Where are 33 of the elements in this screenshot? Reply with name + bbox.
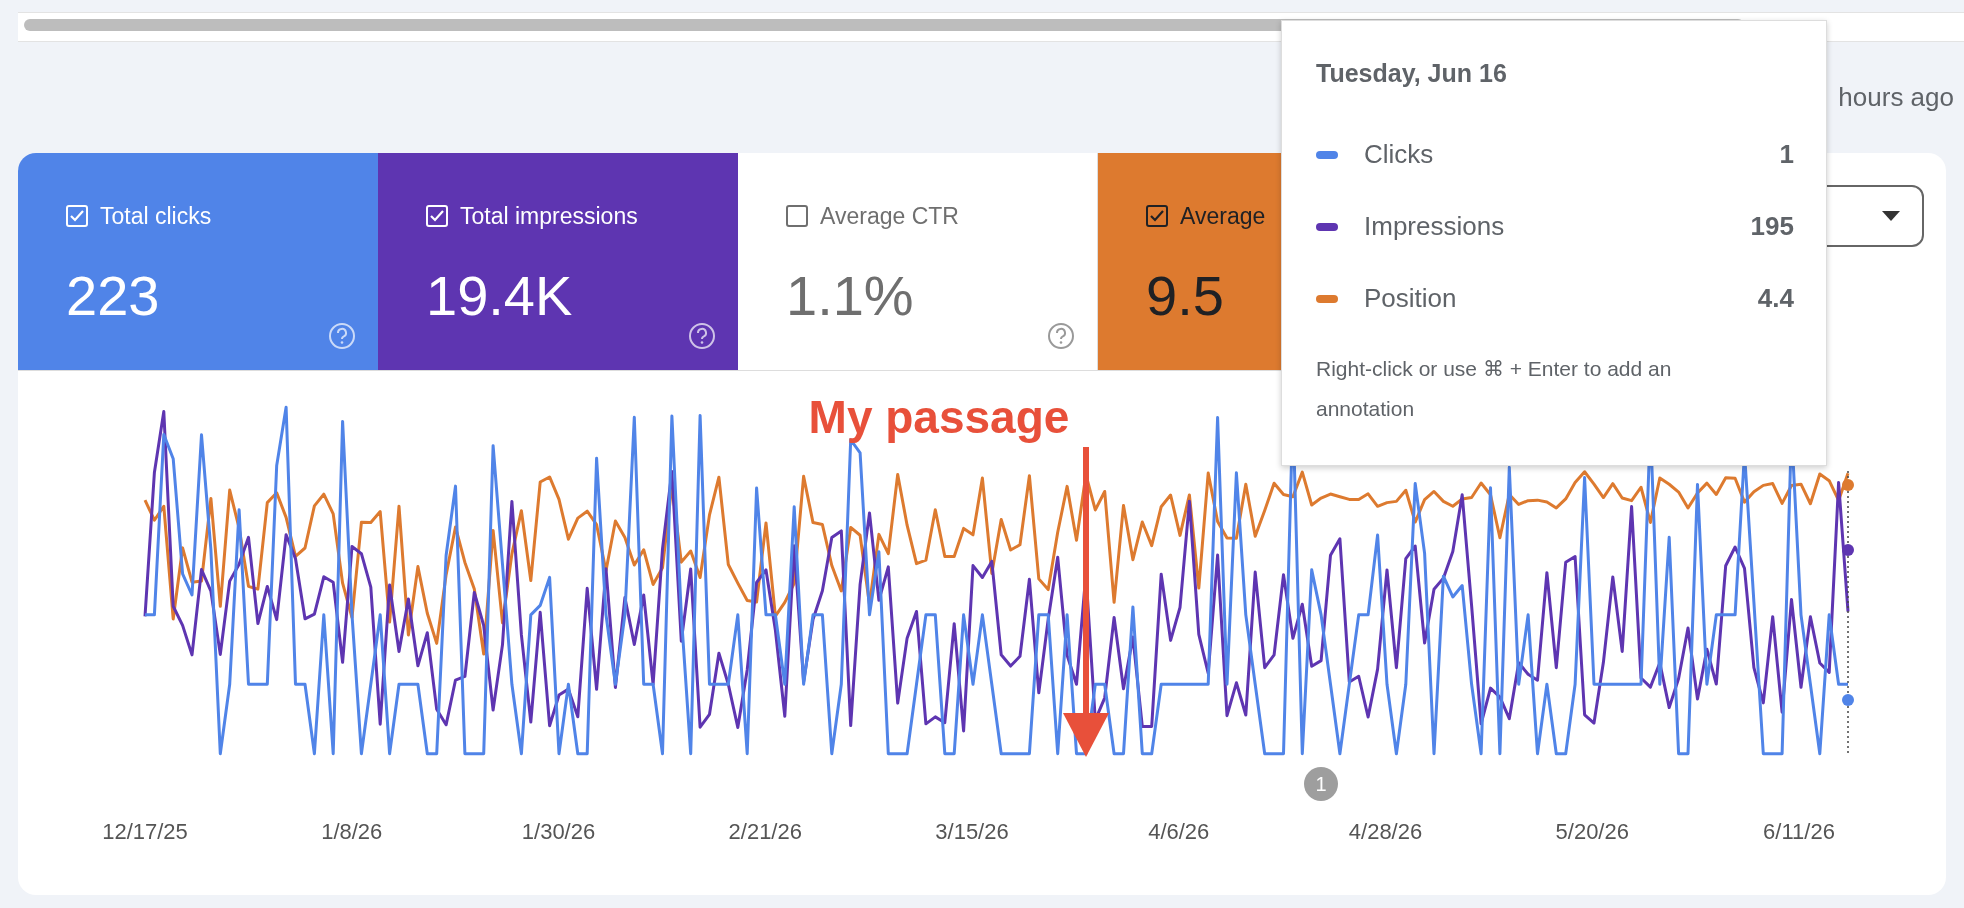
metric-label: Total impressions: [460, 202, 638, 231]
series-value: 1: [1779, 138, 1794, 171]
x-axis-label: 4/6/26: [1148, 819, 1210, 844]
series-value: 4.4: [1757, 282, 1794, 315]
hover-point: [1842, 544, 1854, 556]
last-update-text: hours ago: [1838, 81, 1954, 114]
tooltip-title: Tuesday, Jun 16: [1316, 58, 1507, 89]
annotation-text: My passage: [808, 391, 1070, 443]
caret-icon: [1882, 211, 1900, 221]
x-axis-label: 6/11/26: [1763, 819, 1835, 844]
metric-label: Total clicks: [100, 202, 212, 231]
x-axis-label: 12/17/25: [102, 819, 188, 844]
x-axis-label: 3/15/26: [935, 819, 1009, 844]
metric-label: Average: [1180, 202, 1266, 231]
series-label: Position: [1364, 282, 1457, 315]
checkbox[interactable]: [786, 205, 808, 228]
metric-label: Average CTR: [820, 202, 959, 231]
x-axis-label: 5/20/26: [1555, 819, 1629, 844]
x-axis-label: 2/21/26: [728, 819, 802, 844]
hover-point: [1842, 479, 1854, 491]
x-axis-label: 4/28/26: [1348, 819, 1423, 844]
annotation-marker[interactable]: 1: [1304, 767, 1338, 801]
metric-tile[interactable]: Average CTR 1.1%: [738, 153, 1098, 371]
series-value: 195: [1750, 210, 1794, 243]
metric-value: 19.4K: [426, 262, 573, 329]
metric-value: 9.5: [1146, 262, 1224, 329]
help-icon[interactable]: [1047, 322, 1075, 350]
x-axis-label: 1/30/26: [521, 819, 596, 844]
x-axis-label: 1/8/26: [321, 819, 383, 844]
checkbox[interactable]: [1146, 205, 1168, 228]
metric-value: 223: [66, 262, 160, 329]
metric-value: 1.1%: [786, 262, 914, 329]
hover-point: [1842, 694, 1854, 706]
